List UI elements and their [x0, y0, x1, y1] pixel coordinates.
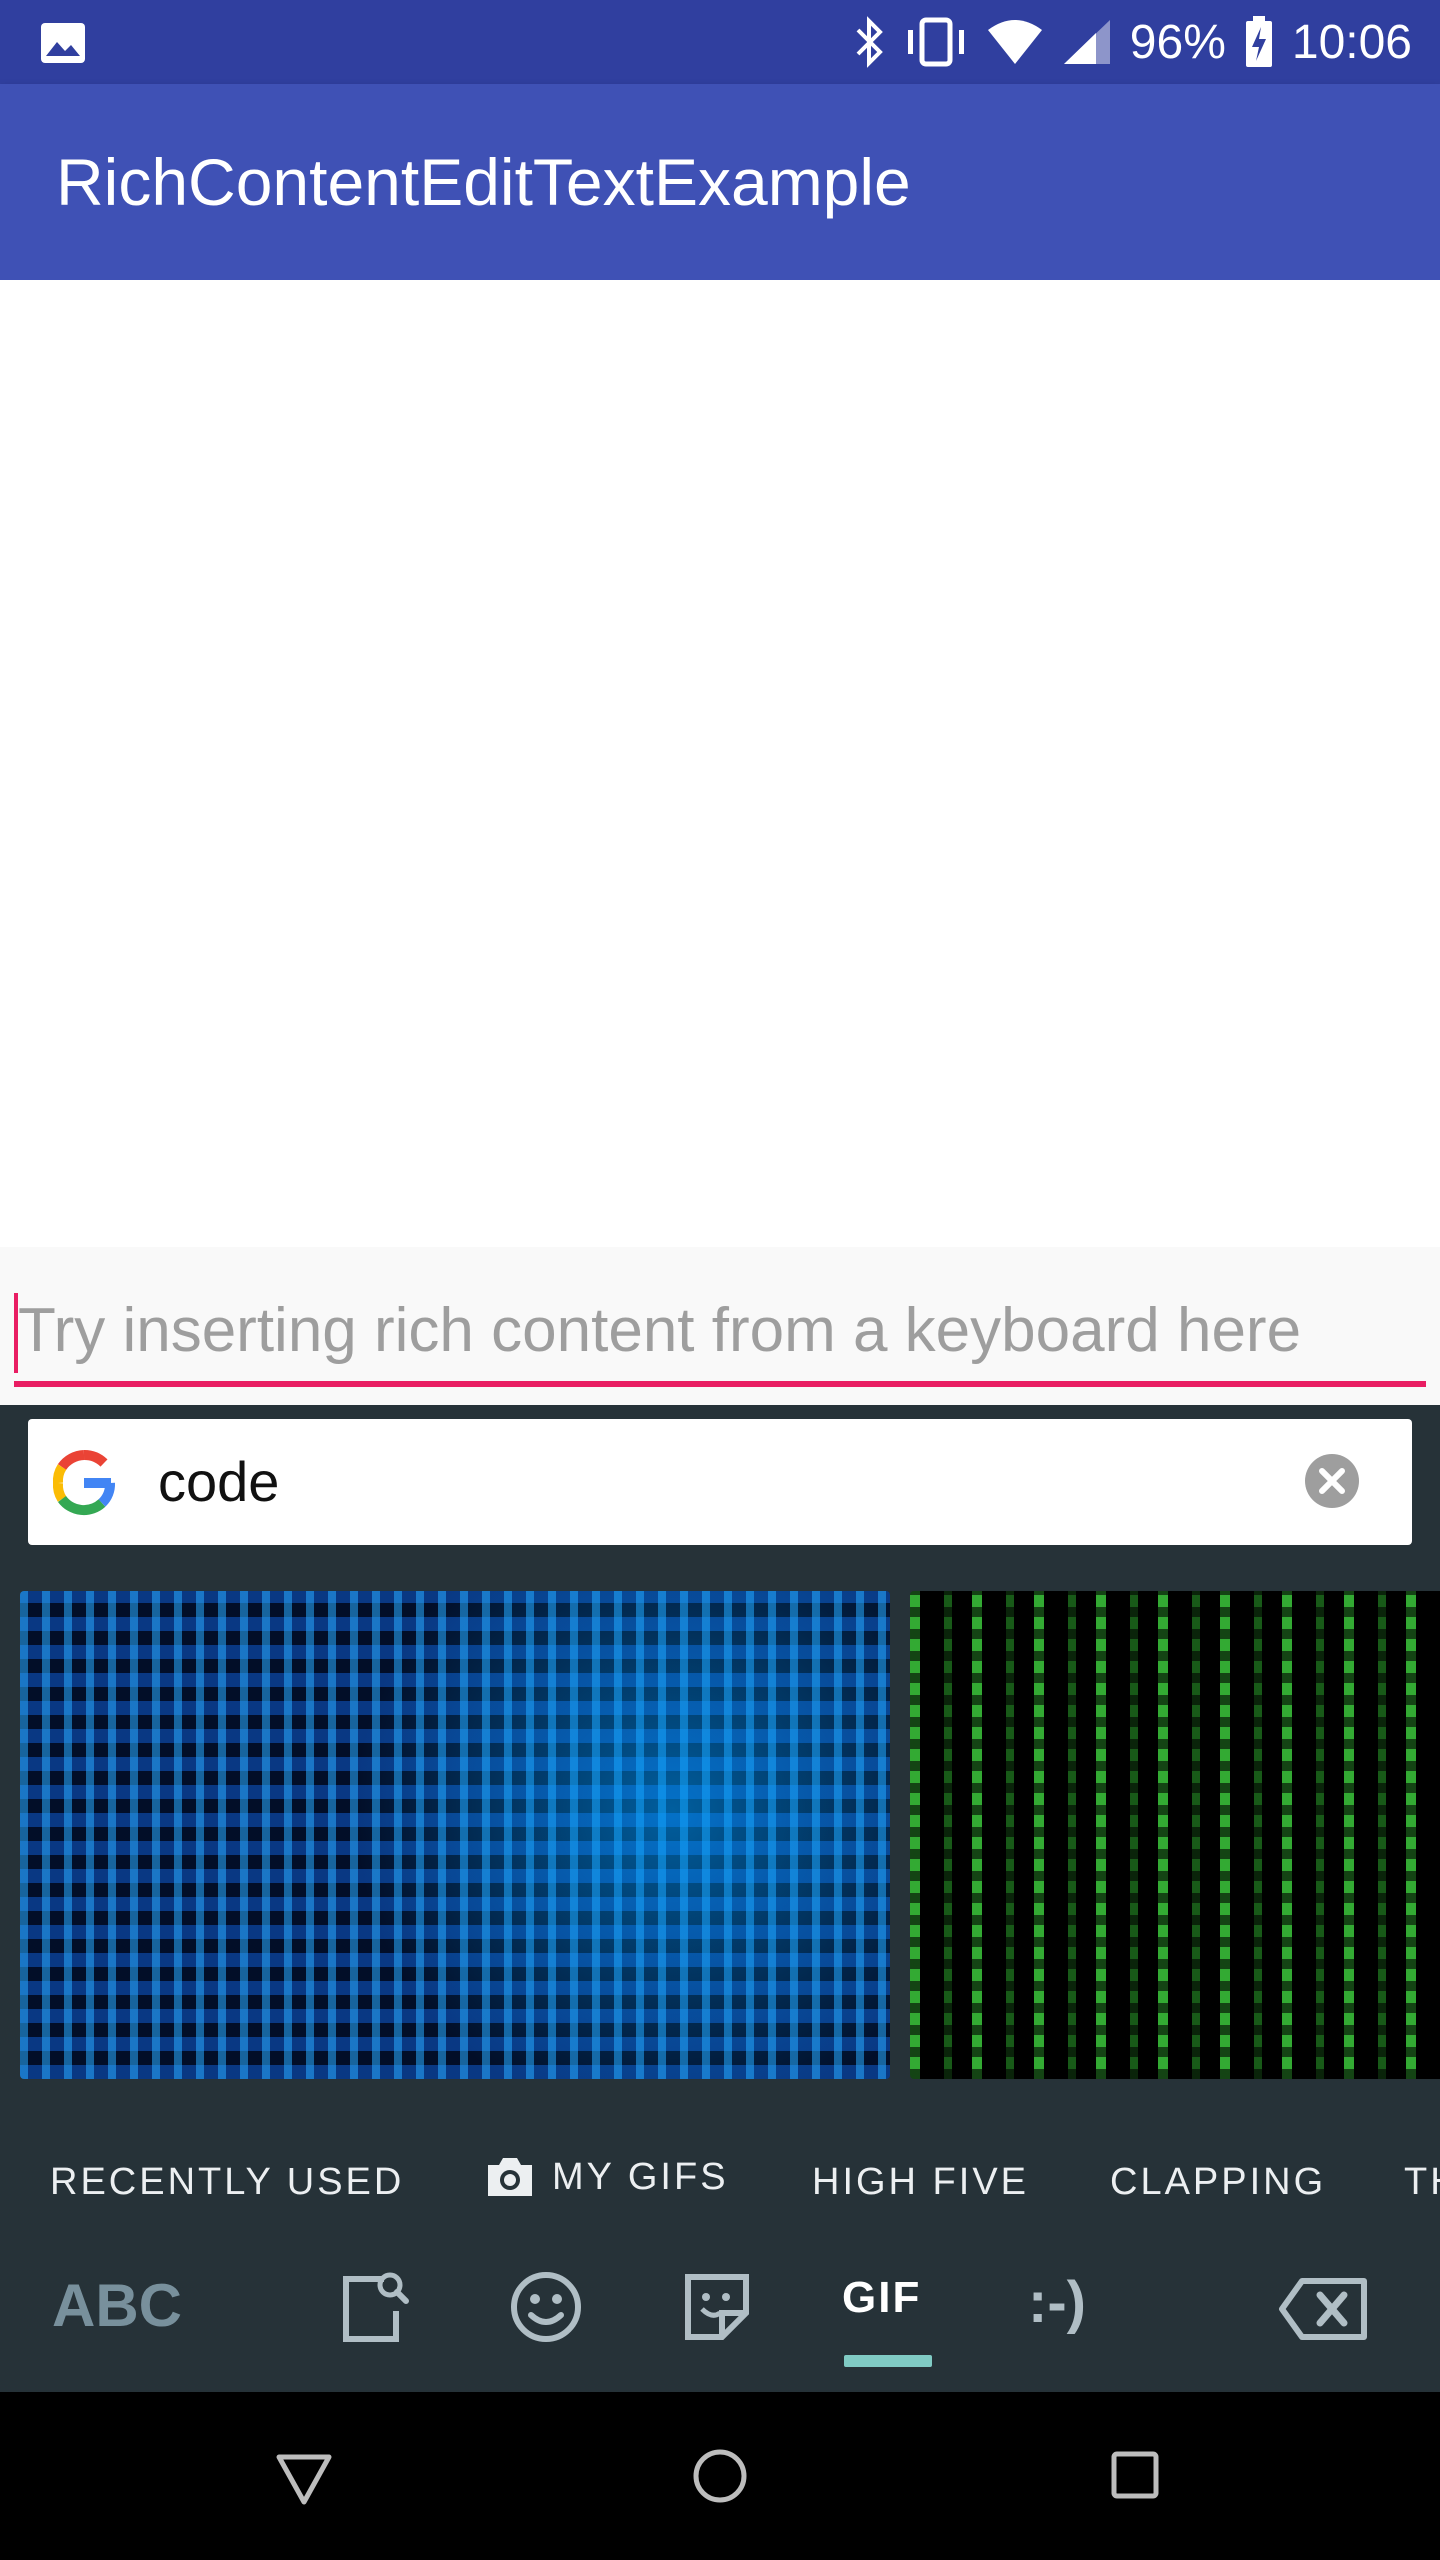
gif-result-matrix-green[interactable]: [910, 1591, 1440, 2079]
back-triangle-icon[interactable]: [274, 2452, 334, 2508]
gboard-keyboard: code RECENTLY USED MY GIFS HIGH FIVE CLA…: [0, 1405, 1440, 2392]
navigation-bar: [0, 2392, 1440, 2560]
category-recently-used[interactable]: RECENTLY USED: [50, 2161, 404, 2204]
image-notification-icon: [41, 23, 85, 63]
gif-result-binary-blue[interactable]: [20, 1591, 890, 2079]
wifi-icon: [987, 20, 1042, 64]
category-my-gifs-label: MY GIFS: [552, 2155, 729, 2198]
status-bar: 96% 10:06: [0, 0, 1440, 84]
category-high-five[interactable]: HIGH FIVE: [812, 2161, 1029, 2204]
app-bar: RichContentEditTextExample: [0, 84, 1440, 280]
backspace-icon[interactable]: [1278, 2277, 1370, 2341]
home-circle-icon[interactable]: [690, 2446, 750, 2506]
gif-search-box[interactable]: code: [28, 1419, 1412, 1545]
gif-results-row: [0, 1591, 1440, 2079]
gif-tab[interactable]: GIF: [842, 2273, 921, 2323]
category-truncated[interactable]: TH: [1404, 2161, 1440, 2204]
app-title: RichContentEditTextExample: [56, 145, 911, 219]
camera-icon: [488, 2158, 532, 2196]
clipboard-search-icon[interactable]: [336, 2267, 416, 2347]
vibrate-icon: [907, 17, 964, 67]
content-area: [0, 280, 1440, 1247]
gif-category-row: RECENTLY USED MY GIFS HIGH FIVE CLAPPING…: [0, 2137, 1440, 2237]
rich-content-edit-text[interactable]: Try inserting rich content from a keyboa…: [14, 1265, 1426, 1387]
bluetooth-icon: [856, 16, 883, 68]
abc-button[interactable]: ABC: [52, 2271, 182, 2340]
google-g-icon: [52, 1450, 115, 1516]
recents-square-icon[interactable]: [1110, 2450, 1160, 2500]
gif-search-input[interactable]: code: [158, 1449, 279, 1514]
edit-text-underline: [14, 1381, 1426, 1387]
emoticon-tab[interactable]: :-): [1028, 2269, 1086, 2336]
gif-tab-indicator: [844, 2355, 932, 2367]
edit-text-hint: Try inserting rich content from a keyboa…: [18, 1296, 1302, 1365]
clear-search-icon[interactable]: [1304, 1453, 1360, 1509]
clock: 10:06: [1291, 15, 1412, 69]
emoji-icon[interactable]: [506, 2267, 586, 2347]
category-my-gifs[interactable]: MY GIFS: [484, 2155, 729, 2199]
keyboard-toolbar: ABC GIF :-): [0, 2237, 1440, 2392]
battery-charging-icon: [1245, 16, 1272, 67]
battery-percent: 96%: [1129, 15, 1226, 69]
sticker-icon[interactable]: [680, 2267, 756, 2347]
category-clapping[interactable]: CLAPPING: [1110, 2161, 1326, 2204]
cell-signal-icon: [1063, 20, 1110, 64]
edit-text-container: Try inserting rich content from a keyboa…: [0, 1247, 1440, 1405]
